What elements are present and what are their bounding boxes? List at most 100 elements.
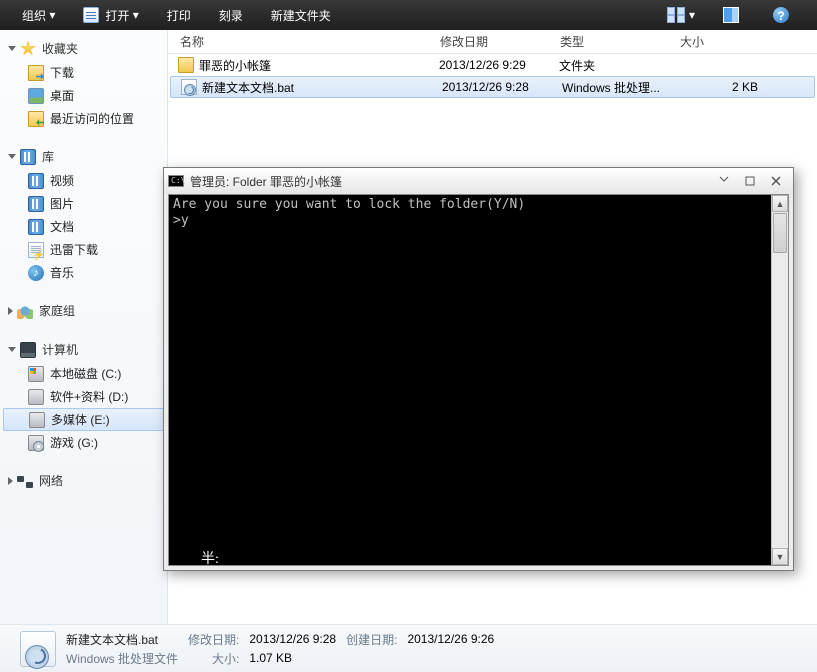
toolbar-preview-pane[interactable] [709, 0, 759, 30]
details-created-label: 创建日期: [346, 631, 397, 648]
sidebar-item-pictures[interactable]: 图片 [0, 192, 167, 215]
triangle-right-icon [8, 477, 13, 485]
sidebar-item-label: 音乐 [50, 264, 74, 281]
file-modified-cell: 2013/12/26 9:29 [437, 58, 557, 72]
print-label: 打印 [167, 7, 191, 24]
sidebar-item-label: 游戏 (G:) [50, 434, 98, 451]
console-client-area: Are you sure you want to lock the folder… [168, 194, 789, 566]
navigation-sidebar: 收藏夹 下载 桌面 最近访问的位置 库 视频 图片 文档 迅雷下载 ♪音乐 家庭… [0, 30, 168, 624]
sidebar-item-drive-c[interactable]: 本地磁盘 (C:) [0, 362, 167, 385]
sidebar-item-label: 多媒体 (E:) [51, 411, 110, 428]
folder-icon [178, 57, 194, 73]
minimize-icon [719, 176, 729, 186]
file-row[interactable]: 新建文本文档.bat 2013/12/26 9:28 Windows 批处理..… [170, 76, 815, 98]
sidebar-item-label: 迅雷下载 [50, 241, 98, 258]
sidebar-item-drive-e[interactable]: 多媒体 (E:) [3, 408, 164, 431]
sidebar-item-label: 文档 [50, 218, 74, 235]
toolbar: 组织 ▾ 打开 ▾ 打印 刻录 新建文件夹 ▾ ? [0, 0, 817, 30]
column-header-modified[interactable]: 修改日期 [428, 33, 548, 50]
details-file-icon [20, 631, 56, 667]
preview-pane-icon [723, 7, 739, 23]
toolbar-organize[interactable]: 组织 ▾ [8, 0, 69, 30]
column-header-size[interactable]: 大小 [668, 33, 748, 50]
minimize-button[interactable] [711, 173, 737, 189]
sidebar-libraries-header[interactable]: 库 [0, 144, 167, 169]
ime-indicator: 半: [201, 548, 219, 568]
toolbar-help[interactable]: ? [759, 0, 809, 30]
network-label: 网络 [39, 472, 63, 489]
file-row[interactable]: 罪恶的小帐篷 2013/12/26 9:29 文件夹 [168, 54, 817, 76]
triangle-down-icon [8, 46, 16, 51]
sidebar-item-thunder[interactable]: 迅雷下载 [0, 238, 167, 261]
drive-icon [28, 366, 44, 382]
computer-label: 计算机 [42, 341, 78, 358]
toolbar-print[interactable]: 打印 [153, 0, 205, 30]
close-button[interactable] [763, 173, 789, 189]
drive-icon [29, 412, 45, 428]
scroll-down-button[interactable]: ▼ [772, 548, 788, 565]
toolbar-views[interactable]: ▾ [653, 0, 709, 30]
favorites-label: 收藏夹 [42, 40, 78, 57]
console-output[interactable]: Are you sure you want to lock the folder… [169, 195, 771, 565]
help-icon: ? [773, 7, 789, 23]
column-header-name[interactable]: 名称 [168, 33, 428, 50]
sidebar-item-desktop[interactable]: 桌面 [0, 84, 167, 107]
details-modified-value: 2013/12/26 9:28 [249, 632, 336, 646]
file-name-cell: 罪恶的小帐篷 [197, 57, 437, 74]
console-window[interactable]: C:\ 管理员: Folder 罪恶的小帐篷 Are you sure you … [163, 167, 794, 571]
star-icon [20, 41, 36, 57]
console-scrollbar[interactable]: ▲ ▼ [771, 195, 788, 565]
scroll-up-button[interactable]: ▲ [772, 195, 788, 212]
sidebar-item-drive-g[interactable]: 游戏 (G:) [0, 431, 167, 454]
toolbar-newfolder[interactable]: 新建文件夹 [257, 0, 345, 30]
column-header-type[interactable]: 类型 [548, 33, 668, 50]
toolbar-open[interactable]: 打开 ▾ [69, 0, 152, 30]
scroll-thumb[interactable] [773, 213, 787, 253]
sidebar-item-label: 本地磁盘 (C:) [50, 365, 121, 382]
thunder-icon [28, 242, 44, 258]
file-type-cell: 文件夹 [557, 57, 677, 74]
details-filetype: Windows 批处理文件 [66, 650, 178, 667]
sidebar-homegroup-header[interactable]: 家庭组 [0, 298, 167, 323]
sidebar-item-label: 图片 [50, 195, 74, 212]
sidebar-network-header[interactable]: 网络 [0, 468, 167, 493]
computer-icon [20, 342, 36, 358]
triangle-down-icon [8, 347, 16, 352]
details-created-value: 2013/12/26 9:26 [407, 632, 494, 646]
maximize-button[interactable] [737, 173, 763, 189]
triangle-down-icon [8, 154, 16, 159]
downloads-icon [28, 65, 44, 81]
close-icon [771, 176, 781, 186]
recent-icon [28, 111, 44, 127]
sidebar-item-music[interactable]: ♪音乐 [0, 261, 167, 284]
details-size-label: 大小: [188, 650, 239, 667]
libraries-icon [20, 149, 36, 165]
views-icon [667, 7, 683, 23]
sidebar-item-videos[interactable]: 视频 [0, 169, 167, 192]
sidebar-item-label: 桌面 [50, 87, 74, 104]
sidebar-item-documents[interactable]: 文档 [0, 215, 167, 238]
details-size-value: 1.07 KB [249, 651, 336, 665]
sidebar-favorites-header[interactable]: 收藏夹 [0, 36, 167, 61]
sidebar-item-label: 视频 [50, 172, 74, 189]
sidebar-computer-header[interactable]: 计算机 [0, 337, 167, 362]
console-icon: C:\ [168, 175, 184, 187]
homegroup-label: 家庭组 [39, 302, 75, 319]
console-titlebar[interactable]: C:\ 管理员: Folder 罪恶的小帐篷 [164, 168, 793, 194]
console-title: 管理员: Folder 罪恶的小帐篷 [190, 173, 342, 190]
sidebar-item-downloads[interactable]: 下载 [0, 61, 167, 84]
network-icon [17, 473, 33, 489]
open-icon [83, 7, 99, 23]
pictures-icon [28, 196, 44, 212]
maximize-icon [745, 176, 755, 186]
drive-icon [28, 389, 44, 405]
sidebar-item-label: 软件+资料 (D:) [50, 388, 128, 405]
libraries-label: 库 [42, 148, 54, 165]
toolbar-burn[interactable]: 刻录 [205, 0, 257, 30]
newfolder-label: 新建文件夹 [271, 7, 331, 24]
desktop-icon [28, 88, 44, 104]
sidebar-item-recent[interactable]: 最近访问的位置 [0, 107, 167, 130]
file-size-cell: 2 KB [680, 80, 758, 94]
sidebar-item-drive-d[interactable]: 软件+资料 (D:) [0, 385, 167, 408]
homegroup-icon [17, 303, 33, 319]
